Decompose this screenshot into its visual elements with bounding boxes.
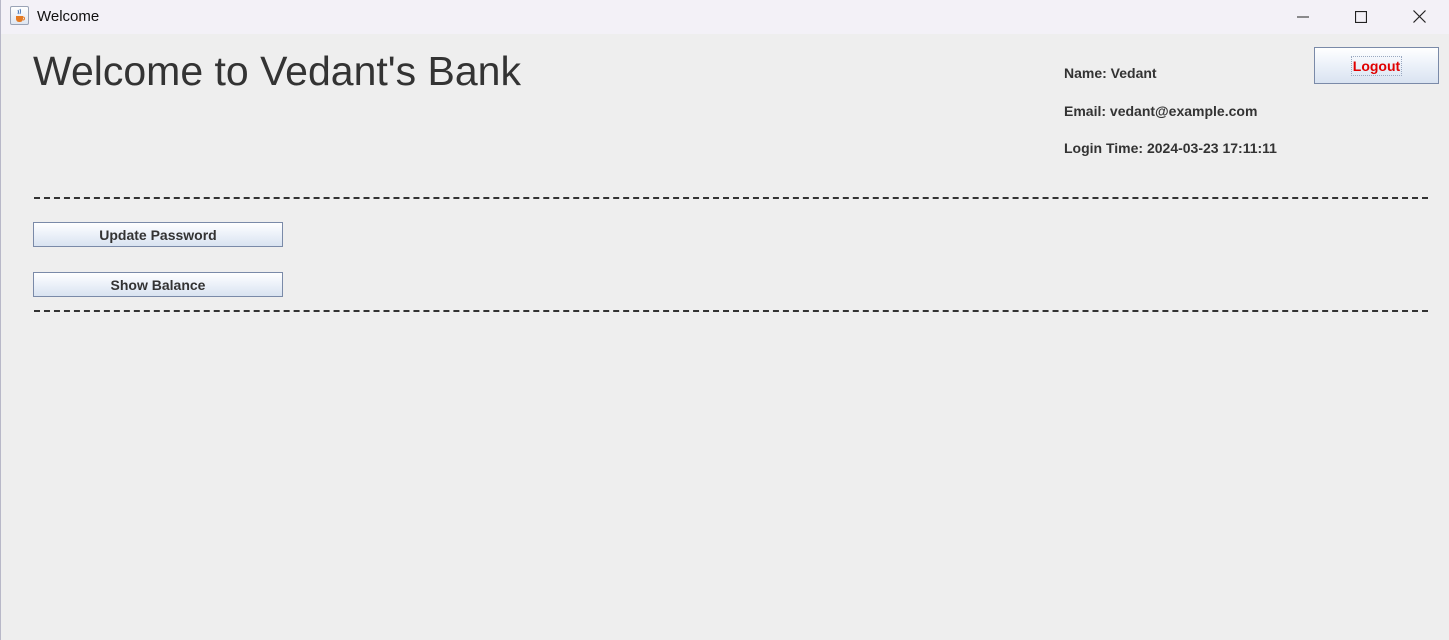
title-bar[interactable]: Welcome [1, 0, 1449, 34]
maximize-button[interactable] [1332, 0, 1390, 33]
update-password-button[interactable]: Update Password [33, 222, 283, 247]
maximize-icon [1355, 10, 1367, 23]
window-title: Welcome [37, 8, 100, 25]
page-title: Welcome to Vedant's Bank [33, 48, 521, 94]
separator-top [34, 197, 1428, 199]
minimize-icon [1297, 16, 1309, 17]
update-password-label: Update Password [99, 226, 217, 243]
java-cup-icon [10, 6, 29, 25]
login-time-label: Login Time: 2024-03-23 17:11:11 [1064, 140, 1277, 156]
user-name-label: Name: Vedant [1064, 65, 1157, 81]
logout-button[interactable]: Logout [1314, 47, 1439, 84]
separator-bottom [34, 310, 1428, 312]
logout-button-label: Logout [1350, 55, 1403, 76]
show-balance-label: Show Balance [110, 276, 206, 293]
close-button[interactable] [1390, 0, 1448, 33]
close-icon [1412, 10, 1426, 23]
user-email-label: Email: vedant@example.com [1064, 103, 1258, 119]
app-window: Welcome Welcome to Vedant's Bank Name: V… [0, 0, 1449, 640]
minimize-button[interactable] [1274, 0, 1332, 33]
show-balance-button[interactable]: Show Balance [33, 272, 283, 297]
